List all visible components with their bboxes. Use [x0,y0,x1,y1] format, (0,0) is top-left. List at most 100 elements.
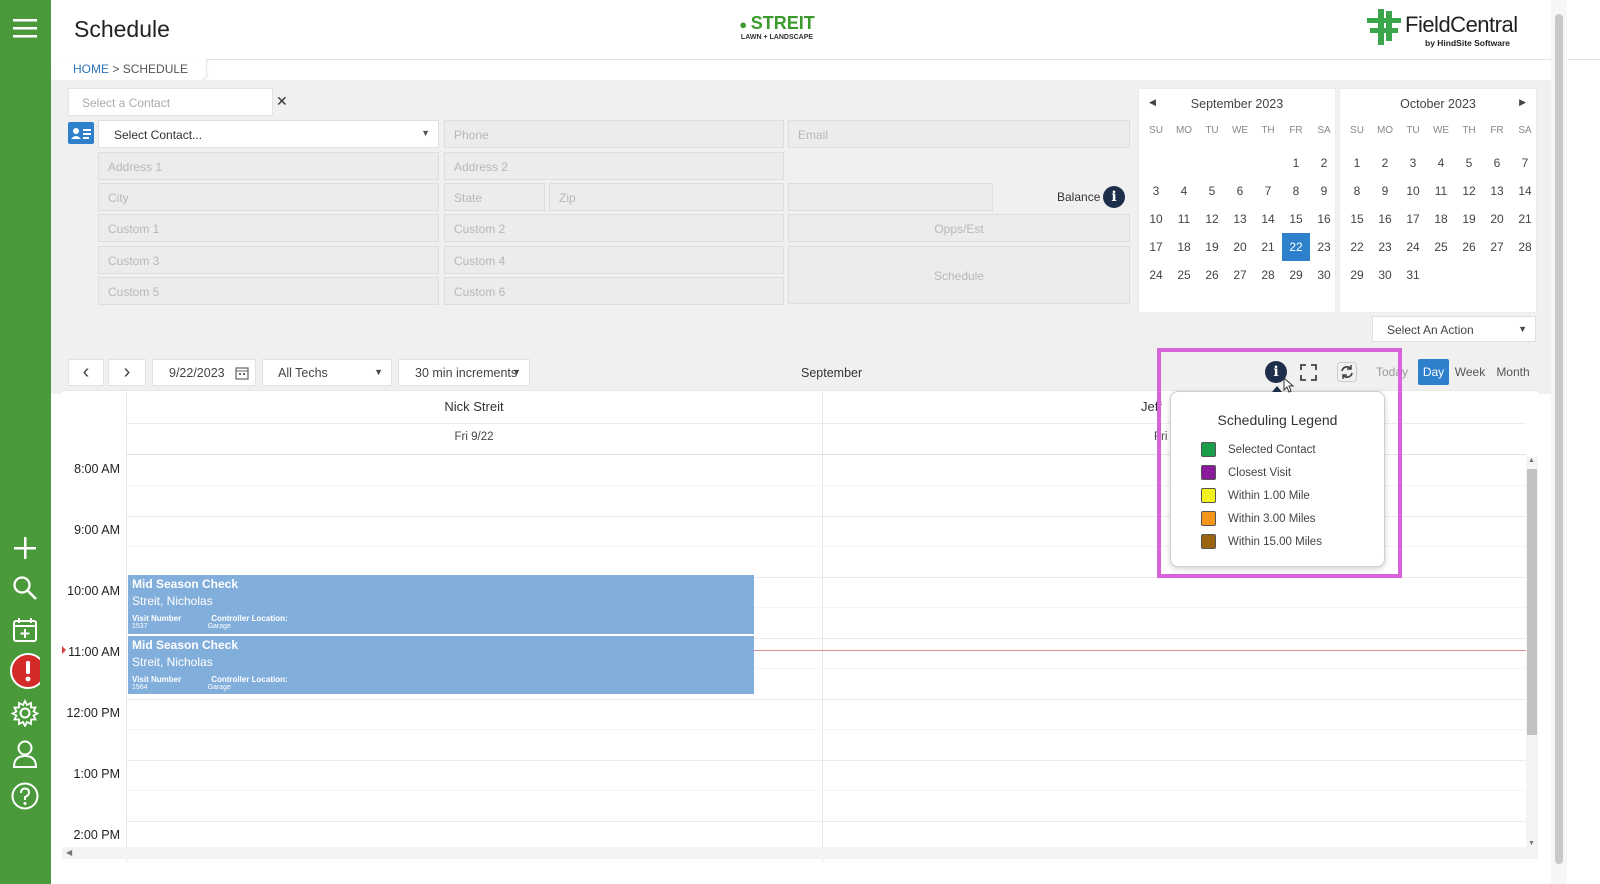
calendar-day[interactable]: 18 [1170,233,1198,261]
address2-field[interactable]: Address 2 [444,152,784,180]
calendar-day-selected[interactable]: 22 [1282,233,1310,261]
calendar-day[interactable]: 9 [1371,177,1399,205]
calendar-day[interactable]: 20 [1226,233,1254,261]
calendar-day[interactable]: 27 [1226,261,1254,289]
calendar-day[interactable]: 29 [1282,261,1310,289]
calendar-day[interactable]: 5 [1455,149,1483,177]
calendar-day[interactable]: 30 [1310,261,1338,289]
calendar-day[interactable]: 30 [1371,261,1399,289]
calendar-day[interactable]: 24 [1142,261,1170,289]
calendar-day[interactable]: 2 [1371,149,1399,177]
calendar-day[interactable]: 13 [1483,177,1511,205]
date-input[interactable]: 9/22/2023 [152,359,256,386]
page-scrollbar[interactable] [1551,0,1567,884]
calendar-add-icon[interactable] [10,615,40,645]
prev-day-button[interactable]: ‹ [68,359,104,386]
calendar-icon[interactable] [235,366,249,380]
calendar-day[interactable]: 28 [1511,233,1539,261]
calendar-day[interactable]: 3 [1142,177,1170,205]
calendar-day[interactable]: 6 [1483,149,1511,177]
calendar-day[interactable]: 8 [1343,177,1371,205]
calendar-day[interactable]: 21 [1254,233,1282,261]
calendar-day[interactable]: 5 [1198,177,1226,205]
calendar-day[interactable]: 10 [1142,205,1170,233]
action-select[interactable]: Select An Action ▼ [1372,316,1536,342]
calendar-day[interactable]: 15 [1343,205,1371,233]
custom1-field[interactable]: Custom 1 [98,214,439,242]
calendar-day[interactable]: 11 [1427,177,1455,205]
calendar-day[interactable]: 23 [1371,233,1399,261]
custom2-field[interactable]: Custom 2 [444,214,784,242]
calendar-day[interactable]: 7 [1254,177,1282,205]
day-view-button[interactable]: Day [1418,359,1449,385]
calendar-day[interactable]: 18 [1427,205,1455,233]
calendar-day[interactable]: 21 [1511,205,1539,233]
zip-field[interactable]: Zip [549,183,784,211]
scroll-left-icon[interactable]: ◀ [66,848,72,857]
horizontal-scrollbar[interactable]: ◀ [62,847,1538,859]
calendar-day[interactable]: 4 [1170,177,1198,205]
contact-dropdown[interactable]: Select Contact... ▼ [98,120,439,148]
city-field[interactable]: City [98,183,439,211]
schedule-event[interactable]: Mid Season Check Streit, Nicholas Visit … [128,575,754,634]
techs-select[interactable]: All Techs ▼ [262,359,392,386]
calendar-day[interactable]: 1 [1282,149,1310,177]
calendar-day[interactable]: 25 [1427,233,1455,261]
custom3-field[interactable]: Custom 3 [98,246,439,274]
breadcrumb-home-link[interactable]: HOME [73,62,109,76]
increments-select[interactable]: 30 min increments ▼ [398,359,530,386]
calendar-day[interactable]: 7 [1511,149,1539,177]
calendar-day[interactable]: 26 [1455,233,1483,261]
calendar-day[interactable]: 17 [1142,233,1170,261]
balance-info-icon[interactable]: i [1103,186,1125,208]
custom4-field[interactable]: Custom 4 [444,246,784,274]
contact-card-icon[interactable] [68,122,94,144]
calendar-day[interactable]: 4 [1427,149,1455,177]
page-scrollbar-thumb[interactable] [1555,14,1563,864]
scroll-down-icon[interactable]: ▼ [1528,840,1535,847]
calendar-day[interactable]: 10 [1399,177,1427,205]
contact-search-input[interactable]: Select a Contact [68,88,273,116]
opps-est-button[interactable]: Opps/Est [788,214,1130,242]
calendar-day[interactable]: 13 [1226,205,1254,233]
calendar-day[interactable]: 22 [1343,233,1371,261]
calendar-day[interactable]: 29 [1343,261,1371,289]
calendar-day[interactable]: 11 [1170,205,1198,233]
calendar-day[interactable]: 12 [1455,177,1483,205]
week-view-button[interactable]: Week [1453,359,1487,385]
address1-field[interactable]: Address 1 [98,152,439,180]
alert-icon[interactable] [10,653,40,689]
calendar-day[interactable]: 23 [1310,233,1338,261]
custom6-field[interactable]: Custom 6 [444,277,784,305]
plus-icon[interactable] [10,533,40,563]
calendar-day[interactable]: 14 [1254,205,1282,233]
calendar-day[interactable]: 14 [1511,177,1539,205]
phone-field[interactable]: Phone [444,120,784,148]
calendar-day[interactable]: 3 [1399,149,1427,177]
calendar-day[interactable]: 9 [1310,177,1338,205]
help-icon[interactable] [10,781,40,811]
scrollbar-thumb[interactable] [1527,469,1537,735]
custom5-field[interactable]: Custom 5 [98,277,439,305]
calendar-day[interactable]: 1 [1343,149,1371,177]
calendar-day[interactable]: 17 [1399,205,1427,233]
calendar-day[interactable]: 12 [1198,205,1226,233]
calendar-day[interactable]: 19 [1198,233,1226,261]
state-field[interactable]: State [444,183,545,211]
schedule-button[interactable]: Schedule [788,246,1130,304]
calendar-day[interactable]: 19 [1455,205,1483,233]
calendar-day[interactable]: 27 [1483,233,1511,261]
calendar-day[interactable]: 15 [1282,205,1310,233]
calendar-day[interactable]: 24 [1399,233,1427,261]
next-day-button[interactable]: › [108,359,146,386]
schedule-event[interactable]: Mid Season Check Streit, Nicholas Visit … [128,636,754,694]
email-field[interactable]: Email [788,120,1130,148]
menu-icon[interactable] [10,13,40,43]
calendar-day[interactable]: 6 [1226,177,1254,205]
month-view-button[interactable]: Month [1491,359,1535,385]
clear-contact-icon[interactable]: ✕ [276,93,288,110]
scroll-up-icon[interactable]: ▲ [1528,457,1535,464]
gear-icon[interactable] [10,698,40,728]
calendar-day[interactable]: 16 [1371,205,1399,233]
calendar-day[interactable]: 25 [1170,261,1198,289]
